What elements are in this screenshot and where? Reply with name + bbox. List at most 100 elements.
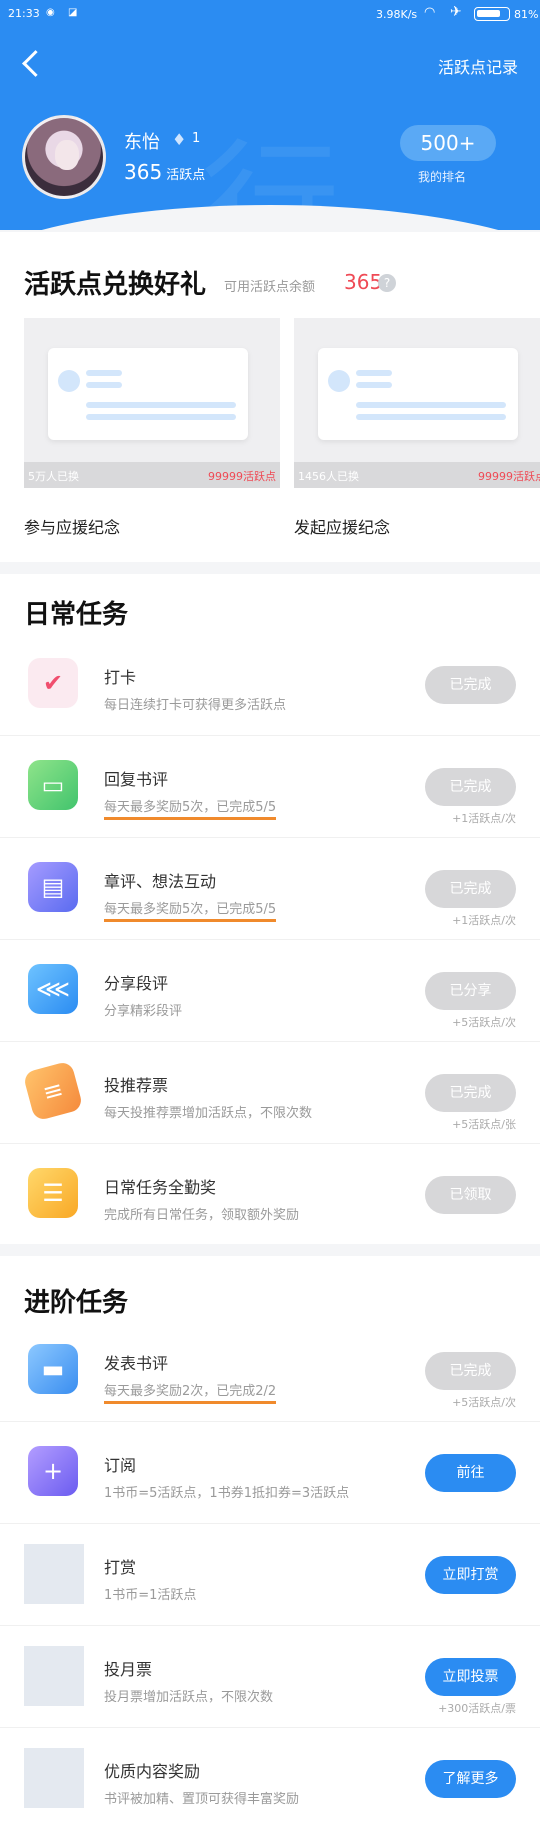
task-desc: 投月票增加活跃点，不限次数 [104,1690,274,1705]
preview-line [356,414,506,420]
rank-label: 我的排名 [418,170,467,184]
task-status-button[interactable]: 已完成 [425,768,516,806]
checklist-icon: ☰ [28,1168,78,1218]
airplane-icon: ✈ [450,4,462,20]
preview-line [86,370,122,376]
preview-avatar [58,370,80,392]
task-row-share: ⋘ 分享段评 分享精彩段评 已分享 +5活跃点/次 [0,940,540,1042]
gift-image: ● ✦ ● ● ◐ ● ● 5万人已换 99999活跃点 [24,318,280,488]
task-desc: 书评被加精、置顶可获得丰富奖励 [104,1792,300,1807]
advanced-tasks-section: 进阶任务 ▬ 发表书评 每天最多奖励2次，已完成2/2 已完成 +5活跃点/次 … [0,1256,540,1830]
quality-content-image-icon [24,1748,84,1808]
points-summary: 365 活跃点 [124,160,205,184]
preview-line [356,382,392,388]
vip-flame-icon: ♦ [172,130,187,149]
preview-line [86,382,122,388]
battery-level [477,10,500,17]
gift-preview-card [48,348,248,440]
task-desc: 每天最多奖励2次，已完成2/2 [104,1380,277,1404]
exchange-title: 活跃点兑换好礼 [24,270,207,300]
task-title: 打赏 [104,1558,137,1577]
documents-icon: ▤ [28,862,78,912]
task-title: 优质内容奖励 [104,1762,201,1781]
network-speed: 3.98K/s [376,8,418,21]
preview-line [86,414,236,420]
task-action-button[interactable]: 立即投票 [425,1658,516,1696]
header-curve [0,205,540,230]
task-desc: 完成所有日常任务，领取额外奖励 [104,1208,300,1223]
vip-level: 1 [192,131,201,146]
task-status-button[interactable]: 已分享 [425,972,516,1010]
gift-name: 参与应援纪念 [24,518,121,537]
points-value: 365 [124,160,163,184]
task-title: 回复书评 [104,770,169,789]
gift-exchange-count: 1456人已换 [298,470,359,483]
task-reward: +300活跃点/票 [438,1702,516,1715]
preview-line [356,370,392,376]
wifi-icon: ◠ [424,5,436,20]
post-review-icon: ▬ [28,1344,78,1394]
task-desc: 1书币=5活跃点，1书券1抵扣券=3活跃点 [104,1486,350,1501]
task-desc: 每天最多奖励5次，已完成5/5 [104,796,277,820]
help-icon[interactable]: ? [378,274,396,292]
status-bar: 21:33 ◉ ◪ 3.98K/s ◠ ✈ 81% [0,0,540,30]
task-action-button[interactable]: 立即打赏 [425,1556,516,1594]
gift-info-bar: 1456人已换 99999活跃点 [294,462,540,488]
task-title: 打卡 [104,668,137,687]
avatar[interactable] [22,115,106,199]
gift-cost: 99999活跃点 [208,470,276,483]
gift-image: ~ ↗ ≈ ✦ ~ ◆ ≈ 1456人已换 99999活跃点 [294,318,540,488]
task-status-button[interactable]: 已完成 [425,1352,516,1390]
notification-icon-2: ◪ [68,7,78,18]
task-desc: 分享精彩段评 [104,1004,183,1019]
task-row-post-review: ▬ 发表书评 每天最多奖励2次，已完成2/2 已完成 +5活跃点/次 [0,1320,540,1422]
rank-badge[interactable]: 500+ [400,125,496,161]
activity-record-link[interactable]: 活跃点记录 [438,54,518,78]
task-reward: +5活跃点/张 [452,1118,516,1131]
task-row-tip: 打赏 1书币=1活跃点 立即打赏 [0,1524,540,1626]
task-status-button[interactable]: 已完成 [425,1074,516,1112]
gift-exchange-count: 5万人已换 [28,470,79,483]
calendar-check-icon: ✔ [28,658,78,708]
task-row-reply-review: ▭ 回复书评 每天最多奖励5次，已完成5/5 已完成 +1活跃点/次 [0,736,540,838]
back-arrow-icon[interactable] [18,48,48,78]
task-title: 日常任务全勤奖 [104,1178,217,1197]
preview-line [86,402,236,408]
ticket-icon: ≡ [22,1060,84,1122]
task-row-subscribe: + 订阅 1书币=5活跃点，1书券1抵扣券=3活跃点 前往 [0,1422,540,1524]
task-title: 投月票 [104,1660,153,1679]
task-desc: 每天最多奖励5次，已完成5/5 [104,898,277,922]
task-row-monthly-ticket: 投月票 投月票增加活跃点，不限次数 立即投票 +300活跃点/票 [0,1626,540,1728]
status-time: 21:33 [8,7,40,20]
task-status-button[interactable]: 已完成 [425,666,516,704]
task-row-daily-bonus: ☰ 日常任务全勤奖 完成所有日常任务，领取额外奖励 已领取 [0,1144,540,1246]
username: 东怡 [124,132,160,153]
notification-icon: ◉ [46,7,55,18]
task-status-button[interactable]: 已领取 [425,1176,516,1214]
task-reward: +1活跃点/次 [452,914,516,927]
tip-image-icon [24,1544,84,1604]
task-status-button[interactable]: 已完成 [425,870,516,908]
daily-tasks-section: 日常任务 ✔ 打卡 每日连续打卡可获得更多活跃点 已完成 ▭ 回复书评 每天最多… [0,574,540,1244]
exchange-section: 活跃点兑换好礼 可用活跃点余额 365 ? ● ✦ ● ● ◐ ● ● 5万人已… [0,232,540,562]
balance-label: 可用活跃点余额 [224,280,316,295]
task-reward: +5活跃点/次 [452,1016,516,1029]
daily-tasks-title: 日常任务 [24,600,129,630]
share-icon: ⋘ [28,964,78,1014]
task-desc: 1书币=1活跃点 [104,1588,197,1603]
gift-cost: 99999活跃点 [478,470,540,483]
task-title: 订阅 [104,1456,137,1475]
battery-icon [474,7,510,21]
task-row-checkin: ✔ 打卡 每日连续打卡可获得更多活跃点 已完成 [0,634,540,736]
task-title: 章评、想法互动 [104,872,217,891]
gift-preview-card [318,348,518,440]
task-action-button[interactable]: 前往 [425,1454,516,1492]
task-title: 投推荐票 [104,1076,169,1095]
task-row-comment-interact: ▤ 章评、想法互动 每天最多奖励5次，已完成5/5 已完成 +1活跃点/次 [0,838,540,940]
chat-bubbles-icon: ▭ [28,760,78,810]
gift-name: 发起应援纪念 [294,518,391,537]
task-title: 分享段评 [104,974,169,993]
task-action-button[interactable]: 了解更多 [425,1760,516,1798]
preview-avatar [328,370,350,392]
task-reward: +1活跃点/次 [452,812,516,825]
